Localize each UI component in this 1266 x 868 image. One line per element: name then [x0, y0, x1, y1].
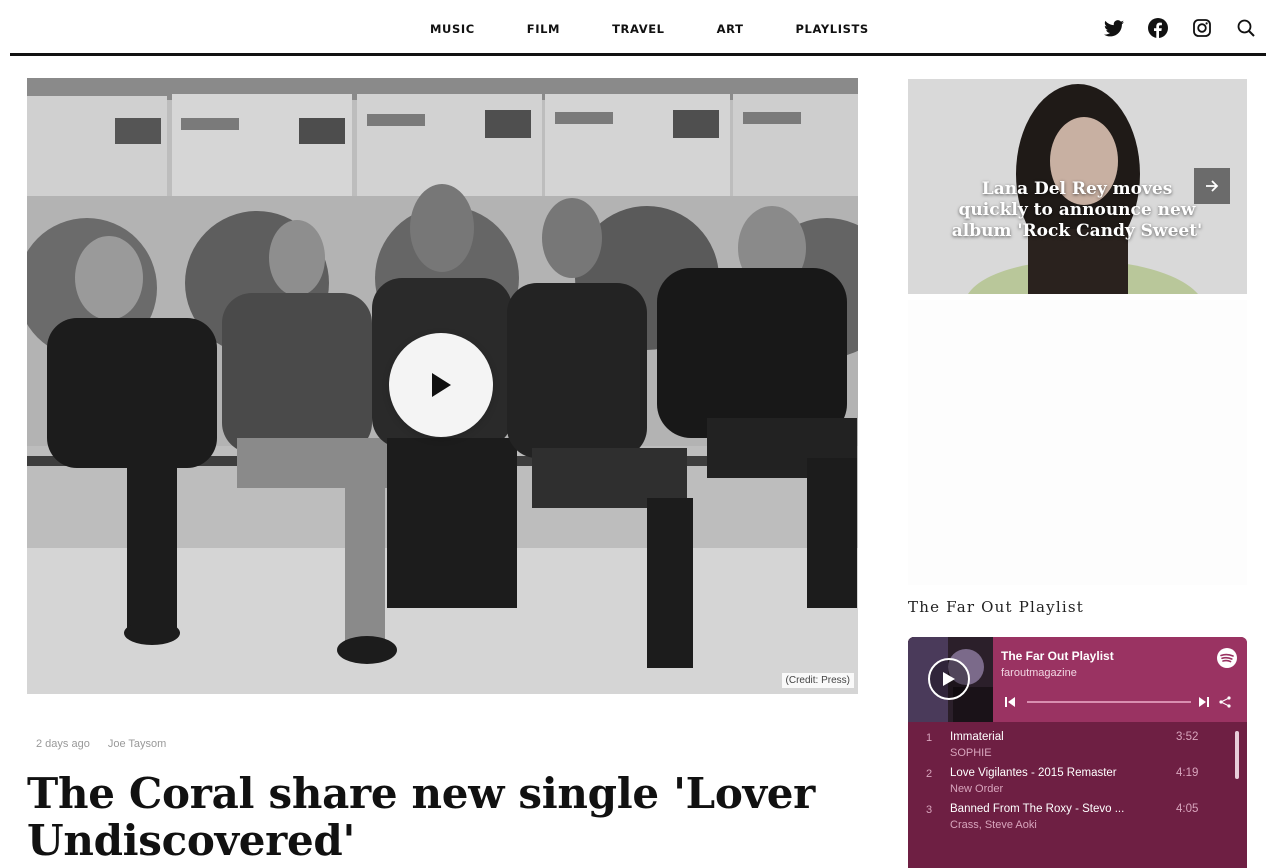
play-icon [943, 672, 955, 686]
track-duration: 3:52 [1176, 731, 1199, 743]
instagram-icon[interactable] [1192, 18, 1212, 38]
play-icon [432, 373, 451, 397]
hero-video[interactable]: (Credit: Press) [27, 78, 858, 694]
nav-item-music[interactable]: MUSIC [430, 22, 475, 36]
arrow-right-icon [1206, 180, 1219, 192]
play-button[interactable] [389, 333, 493, 437]
nav-item-playlists[interactable]: PLAYLISTS [796, 22, 869, 36]
widget-play-button[interactable] [928, 658, 970, 700]
main-nav: MUSIC FILM TRAVEL ART PLAYLISTS [430, 22, 921, 36]
previous-track-icon[interactable] [1005, 695, 1015, 713]
widget-playlist-owner[interactable]: faroutmagazine [1001, 667, 1077, 679]
article-time: 2 days ago [36, 738, 90, 750]
track-duration: 4:19 [1176, 767, 1199, 779]
track-number: 1 [926, 732, 933, 744]
twitter-icon[interactable] [1104, 18, 1124, 38]
track-name[interactable]: Love Vigilantes - 2015 Remaster [950, 767, 1170, 779]
nav-item-travel[interactable]: TRAVEL [612, 22, 665, 36]
track-name[interactable]: Banned From The Roxy - Stevo ... [950, 803, 1170, 815]
nav-item-film[interactable]: FILM [527, 22, 560, 36]
track-name[interactable]: Immaterial [950, 731, 1170, 743]
featured-card-title[interactable]: Lana Del Rey moves quickly to announce n… [946, 179, 1208, 242]
article-meta: 2 days ago Joe Taysom [36, 738, 166, 750]
nav-item-art[interactable]: ART [717, 22, 744, 36]
track-duration: 4:05 [1176, 803, 1199, 815]
playlist-cover [908, 637, 993, 722]
next-arrow-button[interactable] [1194, 168, 1230, 204]
widget-controls [1001, 695, 1239, 709]
photo-credit: (Credit: Press) [781, 673, 854, 688]
site-header: MUSIC FILM TRAVEL ART PLAYLISTS [10, 0, 1266, 56]
social-links [1104, 18, 1256, 38]
spotify-logo-icon[interactable] [1217, 648, 1237, 668]
search-icon[interactable] [1236, 18, 1256, 38]
article-title: The Coral share new single 'Lover Undisc… [27, 769, 815, 865]
track-list-scrollbar[interactable] [1235, 731, 1239, 779]
track-number: 2 [926, 768, 933, 780]
widget-header: The Far Out Playlist faroutmagazine [908, 637, 1247, 722]
ad-space [908, 300, 1247, 585]
share-icon[interactable] [1219, 695, 1231, 713]
track-number: 3 [926, 804, 933, 816]
next-track-icon[interactable] [1199, 695, 1209, 713]
article-author[interactable]: Joe Taysom [108, 738, 167, 750]
widget-playlist-title[interactable]: The Far Out Playlist [1001, 649, 1114, 663]
playlist-heading: The Far Out Playlist [908, 598, 1084, 616]
track-list: 1 Immaterial SOPHIE 3:52 2 Love Vigilant… [908, 722, 1247, 831]
track-artist[interactable]: Crass, Steve Aoki [950, 819, 1037, 831]
facebook-icon[interactable] [1148, 18, 1168, 38]
sidebar-featured-card[interactable]: Lana Del Rey moves quickly to announce n… [908, 79, 1247, 294]
track-row[interactable]: 3 Banned From The Roxy - Stevo ... Crass… [908, 794, 1247, 831]
track-row[interactable]: 1 Immaterial SOPHIE 3:52 [908, 722, 1247, 759]
spotify-widget: The Far Out Playlist faroutmagazine 1 Im… [908, 637, 1247, 868]
track-row[interactable]: 2 Love Vigilantes - 2015 Remaster New Or… [908, 758, 1247, 795]
progress-bar[interactable] [1027, 701, 1191, 703]
